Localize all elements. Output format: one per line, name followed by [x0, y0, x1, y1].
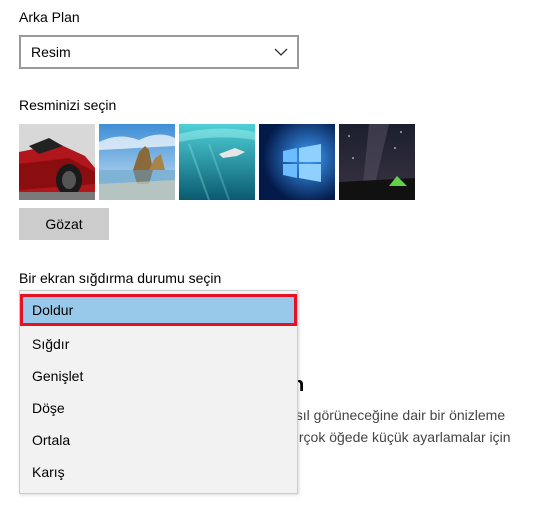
preview-text-line-2: birçok öğede küçük ayarlamalar için: [288, 429, 511, 445]
background-label: Arka Plan: [19, 9, 80, 25]
background-select-value: Resim: [31, 44, 71, 60]
fit-label: Bir ekran sığdırma durumu seçin: [19, 270, 222, 286]
fit-dropdown: Doldur Sığdır Genişlet Döşe Ortala Karış: [19, 290, 298, 494]
background-select[interactable]: Resim: [19, 35, 299, 69]
fit-option-genislet[interactable]: Genişlet: [20, 360, 297, 392]
browse-button[interactable]: Gözat: [19, 208, 109, 240]
fit-option-karis[interactable]: Karış: [20, 456, 297, 488]
thumbnail-underwater[interactable]: [179, 124, 255, 200]
fit-option-sigdir[interactable]: Sığdır: [20, 328, 297, 360]
fit-option-doldur[interactable]: Doldur: [20, 294, 297, 326]
thumbnail-windows-logo[interactable]: [259, 124, 335, 200]
thumbnail-rocks-beach[interactable]: [99, 124, 175, 200]
choose-picture-label: Resminizi seçin: [19, 97, 117, 113]
thumbnail-red-car[interactable]: [19, 124, 95, 200]
preview-text-line-1: asıl görüneceğine dair bir önizleme: [288, 407, 506, 423]
chevron-down-icon: [274, 48, 288, 56]
thumbnail-night-sky[interactable]: [339, 124, 415, 200]
fit-option-dose[interactable]: Döşe: [20, 392, 297, 424]
fit-option-ortala[interactable]: Ortala: [20, 424, 297, 456]
